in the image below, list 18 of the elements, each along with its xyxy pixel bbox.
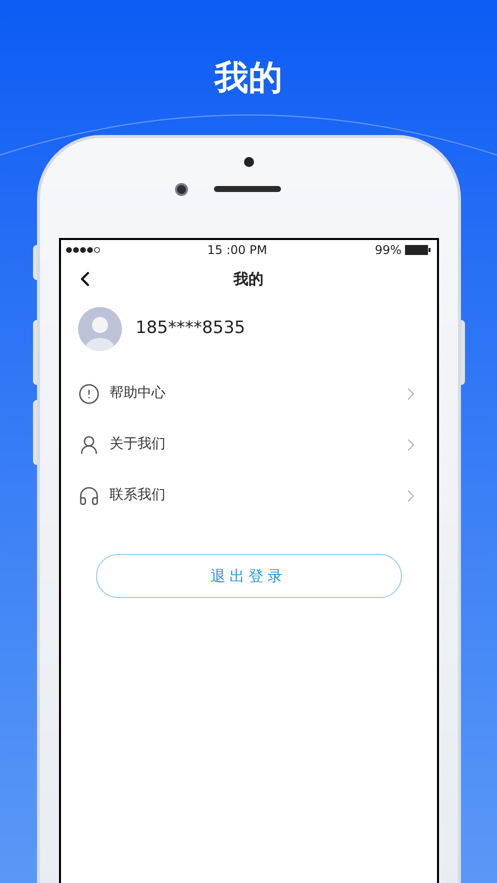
battery-percent: 99% bbox=[374, 242, 402, 259]
battery-icon bbox=[405, 245, 432, 255]
phone-number: 185****8535 bbox=[136, 317, 246, 340]
menu-item[interactable]: 联系我们 bbox=[60, 470, 436, 521]
page-title: 我的 bbox=[214, 57, 282, 100]
menu-item[interactable]: 帮助中心 bbox=[60, 368, 436, 419]
speaker-grille bbox=[214, 186, 280, 192]
menu-label: 联系我们 bbox=[110, 486, 166, 505]
headphones-icon bbox=[78, 484, 100, 506]
avatar-icon bbox=[78, 307, 122, 351]
nav-title: 我的 bbox=[234, 268, 264, 290]
alert-icon bbox=[78, 382, 100, 404]
menu-label: 帮助中心 bbox=[110, 384, 166, 403]
signal-icon bbox=[66, 247, 100, 253]
menu-label: 关于我们 bbox=[110, 435, 166, 454]
front-camera bbox=[174, 183, 188, 196]
status-time: 15 :00 PM bbox=[207, 242, 268, 259]
menu-item[interactable]: 关于我们 bbox=[60, 419, 436, 470]
